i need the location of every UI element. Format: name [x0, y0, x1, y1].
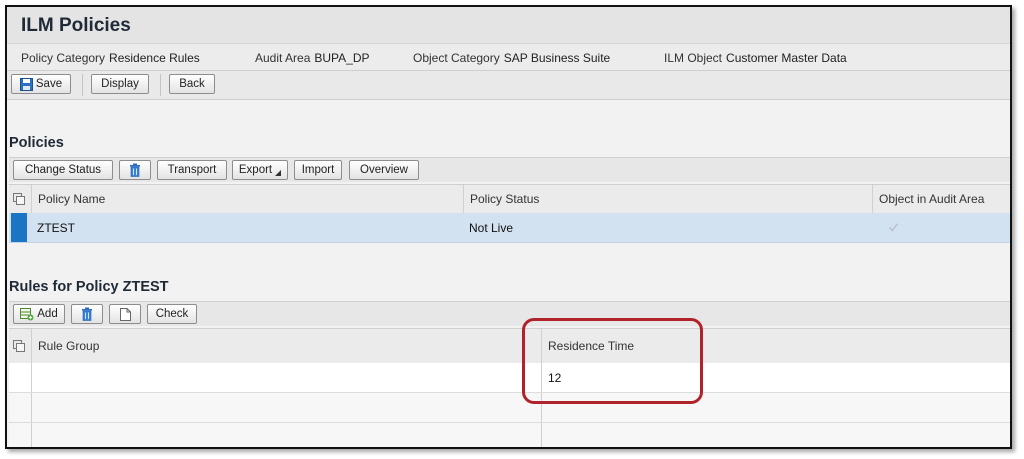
rules-table-header: Rule Group Residence Time: [9, 328, 1010, 364]
object-category-value: SAP Business Suite: [503, 51, 611, 65]
audit-area-value: BUPA_DP: [314, 51, 370, 65]
column-header-policy-status[interactable]: Policy Status: [463, 185, 872, 213]
object-category-label: Object Category: [413, 51, 500, 65]
column-header-policy-name[interactable]: Policy Name: [31, 185, 463, 213]
row-selector[interactable]: [11, 213, 27, 242]
rule-group-cell[interactable]: [31, 423, 541, 447]
add-label: Add: [37, 308, 58, 320]
object-category: Object Category SAP Business Suite: [413, 51, 610, 65]
column-header-rule-group[interactable]: Rule Group: [31, 329, 541, 363]
select-all-icon[interactable]: [13, 340, 25, 352]
policy-category-value: Residence Rules: [109, 51, 200, 65]
delete-policy-button[interactable]: [119, 160, 151, 180]
policies-title: Policies: [9, 135, 64, 151]
delete-rule-button[interactable]: [71, 304, 103, 324]
table-row[interactable]: ZTEST Not Live: [9, 213, 1010, 243]
app-window: ILM Policies Policy Category Residence Ru…: [5, 5, 1012, 449]
toolbar-separator: [160, 74, 161, 96]
policy-category: Policy Category Residence Rules: [21, 51, 200, 65]
rules-title: Rules for Policy ZTEST: [9, 279, 169, 295]
rules-toolbar: Add Check: [9, 301, 1010, 326]
policy-status-cell[interactable]: Not Live: [463, 213, 872, 242]
main-toolbar: Save Display Back: [7, 70, 1010, 100]
ilm-object: ILM Object Customer Master Data: [664, 51, 847, 65]
copy-icon: [119, 307, 131, 321]
display-button[interactable]: Display: [91, 74, 149, 94]
policies-toolbar: Change Status Transport Export Import Ov…: [9, 157, 1010, 182]
change-status-button[interactable]: Change Status: [13, 160, 113, 180]
audit-area-label: Audit Area: [255, 51, 311, 65]
checkbox-checked-icon: [888, 223, 899, 232]
policy-name-cell[interactable]: ZTEST: [31, 213, 463, 242]
rule-group-cell[interactable]: [31, 393, 541, 422]
table-row[interactable]: 12: [9, 363, 1010, 393]
back-button[interactable]: Back: [169, 74, 215, 94]
dropdown-arrow-icon: [275, 169, 282, 176]
ilm-object-value: Customer Master Data: [726, 51, 847, 65]
policy-category-label: Policy Category: [21, 51, 106, 65]
audit-area: Audit Area BUPA_DP: [255, 51, 370, 65]
rule-group-cell[interactable]: [31, 363, 541, 392]
object-in-audit-area-cell: [872, 213, 1010, 242]
residence-time-cell[interactable]: [541, 423, 1010, 447]
save-button[interactable]: Save: [11, 74, 71, 94]
ilm-object-label: ILM Object: [664, 51, 723, 65]
export-label: Export: [238, 164, 273, 176]
page-title: ILM Policies: [21, 15, 131, 36]
policies-table-header: Policy Name Policy Status Object in Audi…: [9, 184, 1010, 214]
column-header-object-in-audit-area[interactable]: Object in Audit Area: [872, 185, 1010, 213]
toolbar-separator: [82, 74, 83, 96]
add-rule-button[interactable]: Add: [13, 304, 65, 324]
table-row[interactable]: [9, 393, 1010, 423]
title-bar: ILM Policies: [7, 7, 1010, 43]
check-button[interactable]: Check: [147, 304, 197, 324]
trash-icon: [130, 163, 140, 177]
context-bar: Policy Category Residence Rules Audit Are…: [7, 43, 1010, 70]
residence-time-highlight: [522, 318, 703, 404]
transport-button[interactable]: Transport: [157, 160, 227, 180]
trash-icon: [82, 307, 92, 321]
save-label: Save: [35, 78, 63, 90]
save-icon: [19, 77, 33, 91]
export-button[interactable]: Export: [232, 160, 288, 180]
copy-rule-button[interactable]: [109, 304, 141, 324]
overview-button[interactable]: Overview: [349, 160, 419, 180]
import-button[interactable]: Import: [294, 160, 342, 180]
add-row-icon: [20, 307, 34, 320]
select-all-icon[interactable]: [13, 193, 25, 205]
table-row[interactable]: [9, 423, 1010, 447]
